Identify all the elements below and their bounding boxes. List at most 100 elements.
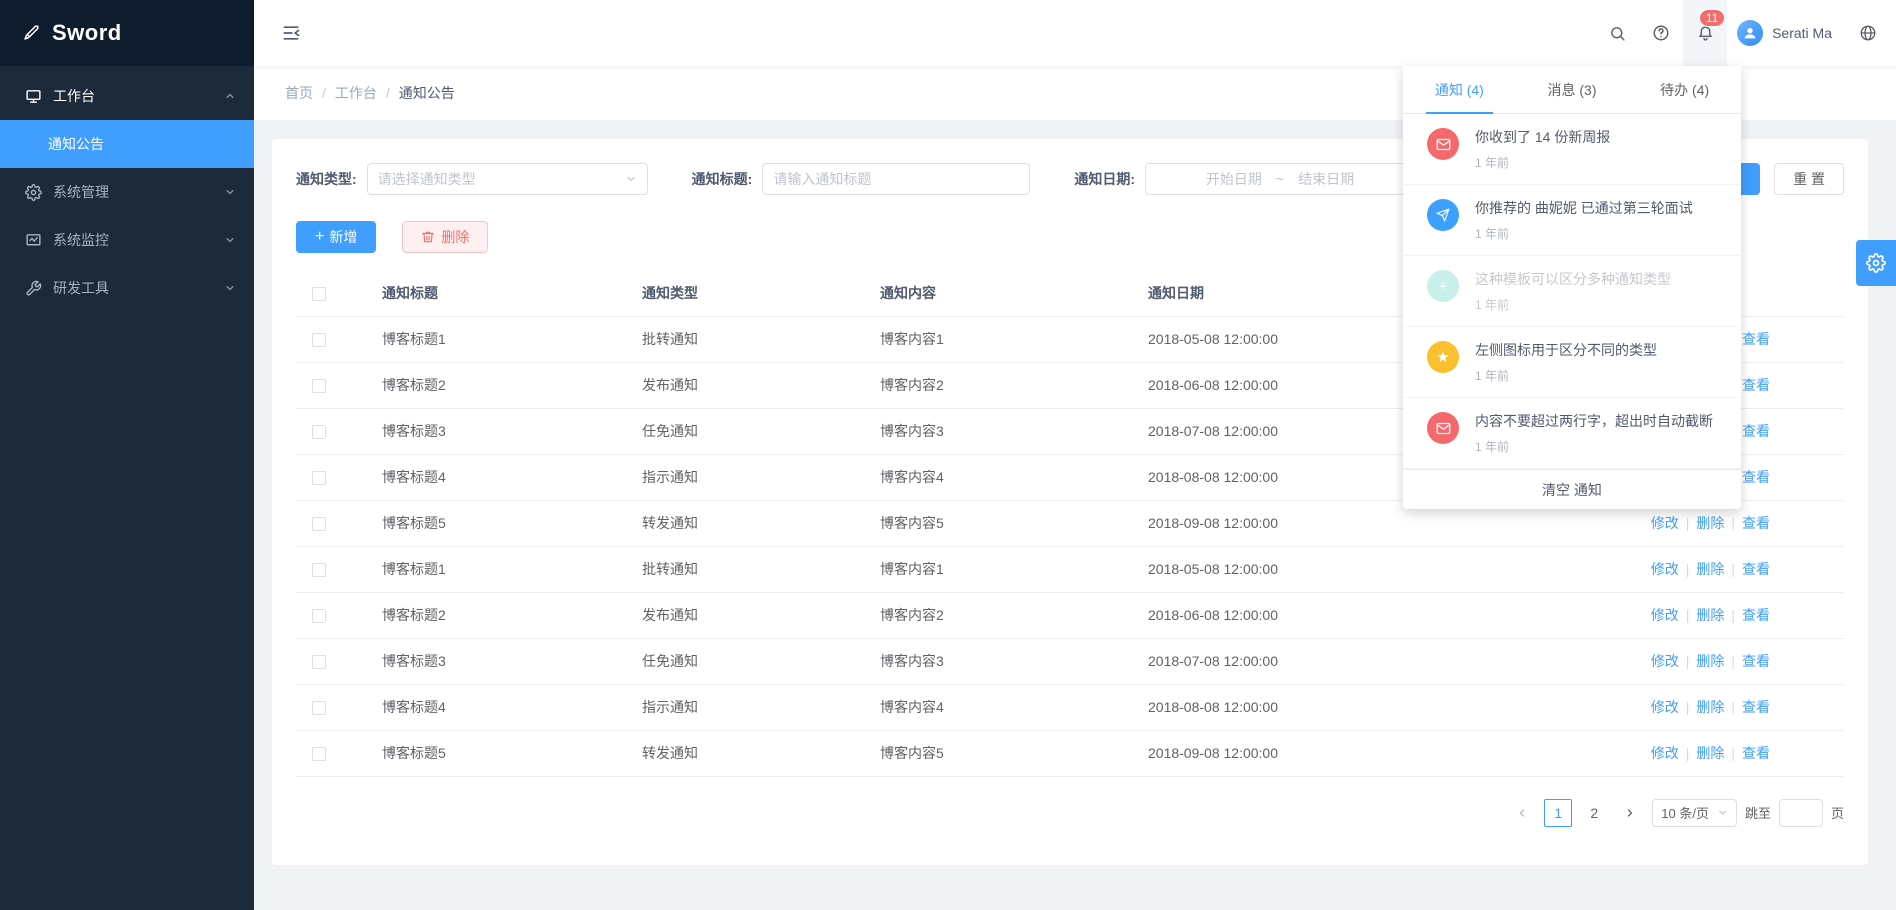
jump-page-input[interactable] [1779, 799, 1823, 827]
notification-badge: 11 [1699, 9, 1725, 27]
table-row: 博客标题1 批转通知 博客内容1 2018-05-08 12:00:00 修改|… [296, 546, 1844, 592]
delete-link[interactable]: 删除 [1696, 561, 1724, 577]
jump-label: 跳至 [1745, 803, 1771, 822]
type-select[interactable]: 请选择通知类型 [367, 163, 648, 195]
delete-button[interactable]: 删除 [402, 221, 488, 253]
cell-title: 博客标题5 [366, 500, 626, 546]
cell-type: 指示通知 [626, 684, 864, 730]
breadcrumb-workbench[interactable]: 工作台 [335, 83, 377, 103]
cell-content: 博客内容4 [864, 454, 1132, 500]
date-range-picker[interactable]: 开始日期 ~ 结束日期 [1145, 163, 1415, 195]
page-button-1[interactable]: 1 [1544, 799, 1572, 827]
page-size-select[interactable]: 10 条/页 [1652, 799, 1737, 827]
star-icon: ★ [1427, 341, 1459, 373]
monitor-icon [24, 231, 42, 249]
delete-link[interactable]: 删除 [1696, 653, 1724, 669]
row-checkbox[interactable] [312, 563, 326, 577]
edit-link[interactable]: 修改 [1651, 699, 1679, 715]
view-link[interactable]: 查看 [1742, 515, 1770, 531]
view-link[interactable]: 查看 [1742, 561, 1770, 577]
next-page-icon[interactable] [1616, 799, 1644, 827]
tab-todos[interactable]: 待办 (4) [1628, 66, 1741, 113]
notification-item[interactable]: + 这种模板可以区分多种通知类型 1 年前 [1403, 256, 1741, 327]
cell-date: 2018-09-08 12:00:00 [1132, 730, 1572, 776]
view-link[interactable]: 查看 [1742, 653, 1770, 669]
sidebar-item-dev-tools[interactable]: 研发工具 [0, 264, 254, 312]
cell-content: 博客内容1 [864, 316, 1132, 362]
cell-title: 博客标题1 [366, 546, 626, 592]
view-link[interactable]: 查看 [1742, 377, 1770, 393]
delete-link[interactable]: 删除 [1696, 699, 1724, 715]
notification-item[interactable]: ★ 左侧图标用于区分不同的类型 1 年前 [1403, 327, 1741, 398]
page-button-2[interactable]: 2 [1580, 799, 1608, 827]
select-all-checkbox[interactable] [312, 287, 326, 301]
edit-link[interactable]: 修改 [1651, 653, 1679, 669]
cell-type: 转发通知 [626, 730, 864, 776]
avatar [1737, 20, 1763, 46]
sidebar-item-system-manage[interactable]: 系统管理 [0, 168, 254, 216]
notification-time: 1 年前 [1475, 225, 1693, 242]
globe-icon[interactable] [1846, 0, 1890, 66]
filter-title-group: 通知标题: [692, 163, 1031, 195]
notification-item[interactable]: 内容不要超过两行字，超出时自动截断 1 年前 [1403, 398, 1741, 469]
sidebar-item-label: 通知公告 [48, 134, 104, 154]
delete-link[interactable]: 删除 [1696, 607, 1724, 623]
notification-time: 1 年前 [1475, 438, 1713, 455]
desktop-icon [24, 87, 42, 105]
delete-link[interactable]: 删除 [1696, 745, 1724, 761]
row-checkbox[interactable] [312, 701, 326, 715]
cell-date: 2018-07-08 12:00:00 [1132, 638, 1572, 684]
edit-link[interactable]: 修改 [1651, 515, 1679, 531]
notification-item[interactable]: 你收到了 14 份新周报 1 年前 [1403, 114, 1741, 185]
notification-title: 这种模板可以区分多种通知类型 [1475, 270, 1671, 288]
row-checkbox[interactable] [312, 517, 326, 531]
notification-item[interactable]: 你推荐的 曲妮妮 已通过第三轮面试 1 年前 [1403, 185, 1741, 256]
notification-title: 你收到了 14 份新周报 [1475, 128, 1610, 146]
row-checkbox[interactable] [312, 655, 326, 669]
breadcrumb-home[interactable]: 首页 [285, 83, 313, 103]
app-logo[interactable]: Sword [0, 0, 254, 66]
sidebar-item-system-monitor[interactable]: 系统监控 [0, 216, 254, 264]
cell-type: 批转通知 [626, 546, 864, 592]
prev-page-icon[interactable] [1508, 799, 1536, 827]
trash-icon [421, 230, 435, 244]
sidebar-item-workbench[interactable]: 工作台 [0, 72, 254, 120]
view-link[interactable]: 查看 [1742, 607, 1770, 623]
bell-icon[interactable]: 11 [1683, 0, 1727, 66]
edit-link[interactable]: 修改 [1651, 607, 1679, 623]
edit-link[interactable]: 修改 [1651, 745, 1679, 761]
row-checkbox[interactable] [312, 471, 326, 485]
view-link[interactable]: 查看 [1742, 745, 1770, 761]
view-link[interactable]: 查看 [1742, 469, 1770, 485]
row-checkbox[interactable] [312, 747, 326, 761]
col-type: 通知类型 [626, 270, 864, 316]
reset-button[interactable]: 重 置 [1774, 163, 1844, 195]
plus-icon: + [315, 229, 324, 245]
row-checkbox[interactable] [312, 425, 326, 439]
tab-messages[interactable]: 消息 (3) [1516, 66, 1629, 113]
chevron-down-icon [1717, 807, 1728, 818]
add-button[interactable]: + 新增 [296, 221, 376, 253]
view-link[interactable]: 查看 [1742, 699, 1770, 715]
menu-fold-icon[interactable] [276, 18, 306, 48]
row-checkbox[interactable] [312, 609, 326, 623]
row-checkbox[interactable] [312, 379, 326, 393]
edit-link[interactable]: 修改 [1651, 561, 1679, 577]
title-input[interactable] [773, 171, 1019, 187]
search-icon[interactable] [1595, 0, 1639, 66]
help-icon[interactable] [1639, 0, 1683, 66]
sidebar-item-notice[interactable]: 通知公告 [0, 120, 254, 168]
top-bar: 11 Serati Ma [254, 0, 1896, 66]
view-link[interactable]: 查看 [1742, 331, 1770, 347]
settings-gear-button[interactable] [1856, 240, 1896, 286]
breadcrumb-current: 通知公告 [399, 83, 455, 103]
cell-content: 博客内容4 [864, 684, 1132, 730]
clear-notifications-button[interactable]: 清空 通知 [1403, 469, 1741, 509]
title-label: 通知标题: [692, 169, 753, 189]
view-link[interactable]: 查看 [1742, 423, 1770, 439]
row-checkbox[interactable] [312, 333, 326, 347]
tab-notices[interactable]: 通知 (4) [1403, 66, 1516, 113]
user-menu[interactable]: Serati Ma [1737, 20, 1832, 46]
cell-date: 2018-06-08 12:00:00 [1132, 592, 1572, 638]
delete-link[interactable]: 删除 [1696, 515, 1724, 531]
